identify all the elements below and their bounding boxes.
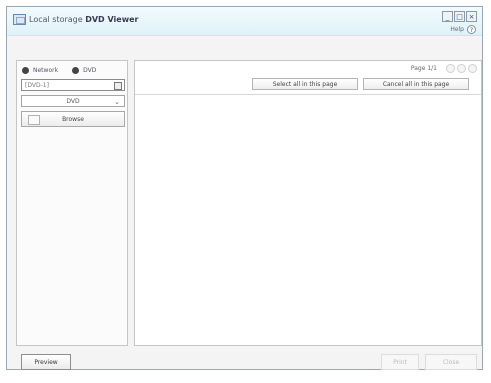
browse-label: Browse <box>62 116 84 123</box>
window-title-bold: DVD Viewer <box>85 15 139 24</box>
last-page-icon[interactable] <box>468 64 477 73</box>
app-window-icon <box>13 14 26 25</box>
cancel-all-page-button[interactable]: Cancel all in this page <box>363 78 469 90</box>
prev-page-icon[interactable] <box>446 64 455 73</box>
close-button[interactable]: Close <box>425 354 477 370</box>
drive-select[interactable]: DVD ⌄ <box>21 95 125 107</box>
path-picker-button[interactable] <box>114 82 122 90</box>
help-link[interactable]: Help ? <box>450 25 476 34</box>
window-title: Local storage DVD Viewer <box>29 15 138 24</box>
print-button[interactable]: Print <box>381 354 419 370</box>
folder-icon <box>28 115 40 125</box>
radio-dvd-label: DVD <box>83 67 97 74</box>
radio-network[interactable] <box>22 67 29 74</box>
source-radio-group: Network DVD <box>22 67 110 74</box>
window-controls: _ □ × <box>442 11 477 22</box>
radio-network-label: Network <box>33 67 59 74</box>
select-all-page-button[interactable]: Select all in this page <box>252 78 358 90</box>
source-panel: Network DVD [DVD-1] DVD ⌄ Browse <box>16 60 128 346</box>
chevron-down-icon: ⌄ <box>114 98 120 106</box>
browse-button[interactable]: Browse <box>21 111 125 127</box>
preview-button[interactable]: Preview <box>21 354 71 370</box>
page-navigation <box>446 64 477 73</box>
close-window-button[interactable]: × <box>466 11 477 22</box>
restore-button[interactable]: □ <box>454 11 465 22</box>
next-page-icon[interactable] <box>457 64 466 73</box>
window-title-prefix: Local storage <box>29 15 83 24</box>
radio-dvd[interactable] <box>72 67 80 74</box>
page-indicator: Page 1/1 <box>410 65 437 72</box>
help-label: Help <box>450 26 464 33</box>
thumbnail-area[interactable] <box>135 95 481 345</box>
help-icon: ? <box>467 25 476 34</box>
drive-select-value: DVD <box>66 98 80 105</box>
title-bar: Local storage DVD Viewer _ □ × Help ? <box>7 7 482 36</box>
minimize-button[interactable]: _ <box>442 11 453 22</box>
path-field[interactable]: [DVD-1] <box>21 79 125 91</box>
app-window: Local storage DVD Viewer _ □ × Help ? Ne… <box>6 6 483 370</box>
viewer-panel: Page 1/1 Select all in this page Cancel … <box>134 60 482 346</box>
